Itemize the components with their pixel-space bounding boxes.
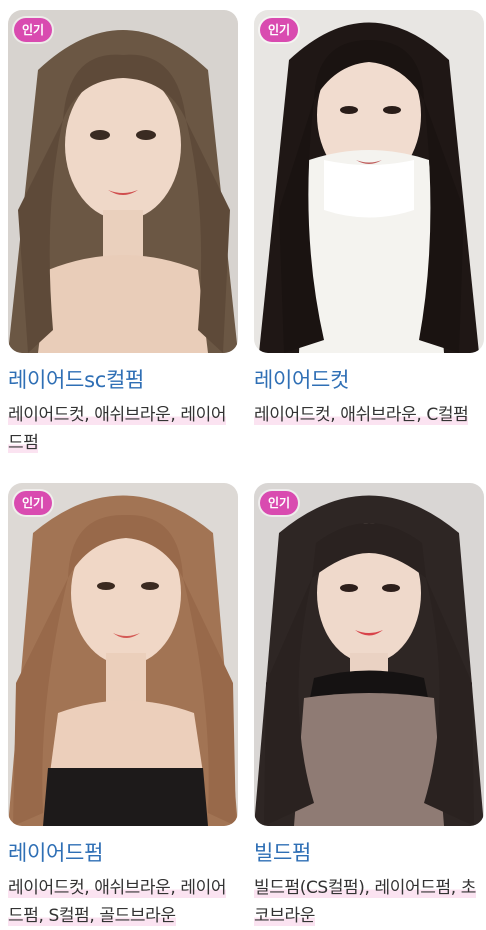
portrait-photo-icon <box>8 10 238 353</box>
hairstyle-photo[interactable]: 인기 <box>8 10 238 353</box>
hairstyle-grid: 인기 레이어드sc컬펌 레이어드컷, 애쉬브라운, 레이어드펌 인기 레이어드컷… <box>0 0 486 929</box>
popular-badge: 인기 <box>14 18 53 42</box>
hairstyle-photo[interactable]: 인기 <box>254 10 484 353</box>
hairstyle-title[interactable]: 레이어드펌 <box>8 838 238 868</box>
portrait-photo-icon <box>254 483 484 826</box>
hairstyle-tags: 레이어드컷, 애쉬브라운, 레이어드펌, S컬펌, 골드브라운 <box>8 878 227 926</box>
hairstyle-card[interactable]: 인기 레이어드펌 레이어드컷, 애쉬브라운, 레이어드펌, S컬펌, 골드브라운 <box>8 483 238 930</box>
popular-badge: 인기 <box>260 18 299 42</box>
hairstyle-photo[interactable]: 인기 <box>8 483 238 826</box>
hairstyle-card[interactable]: 인기 레이어드컷 레이어드컷, 애쉬브라운, C컬펌 <box>254 10 484 429</box>
hairstyle-card[interactable]: 인기 빌드펌 빌드펌(CS컬펌), 레이어드펌, 초코브라운 <box>254 483 484 930</box>
hairstyle-card[interactable]: 인기 레이어드sc컬펌 레이어드컷, 애쉬브라운, 레이어드펌 <box>8 10 238 457</box>
hairstyle-title[interactable]: 레이어드sc컬펌 <box>8 365 238 395</box>
hairstyle-tags: 빌드펌(CS컬펌), 레이어드펌, 초코브라운 <box>254 878 476 926</box>
hairstyle-tags: 레이어드컷, 애쉬브라운, C컬펌 <box>254 405 469 425</box>
portrait-photo-icon <box>8 483 238 826</box>
hairstyle-photo[interactable]: 인기 <box>254 483 484 826</box>
portrait-photo-icon <box>254 10 484 353</box>
hairstyle-title[interactable]: 빌드펌 <box>254 838 484 868</box>
hairstyle-tags: 레이어드컷, 애쉬브라운, 레이어드펌 <box>8 405 227 453</box>
hairstyle-title[interactable]: 레이어드컷 <box>254 365 484 395</box>
popular-badge: 인기 <box>260 491 299 515</box>
popular-badge: 인기 <box>14 491 53 515</box>
